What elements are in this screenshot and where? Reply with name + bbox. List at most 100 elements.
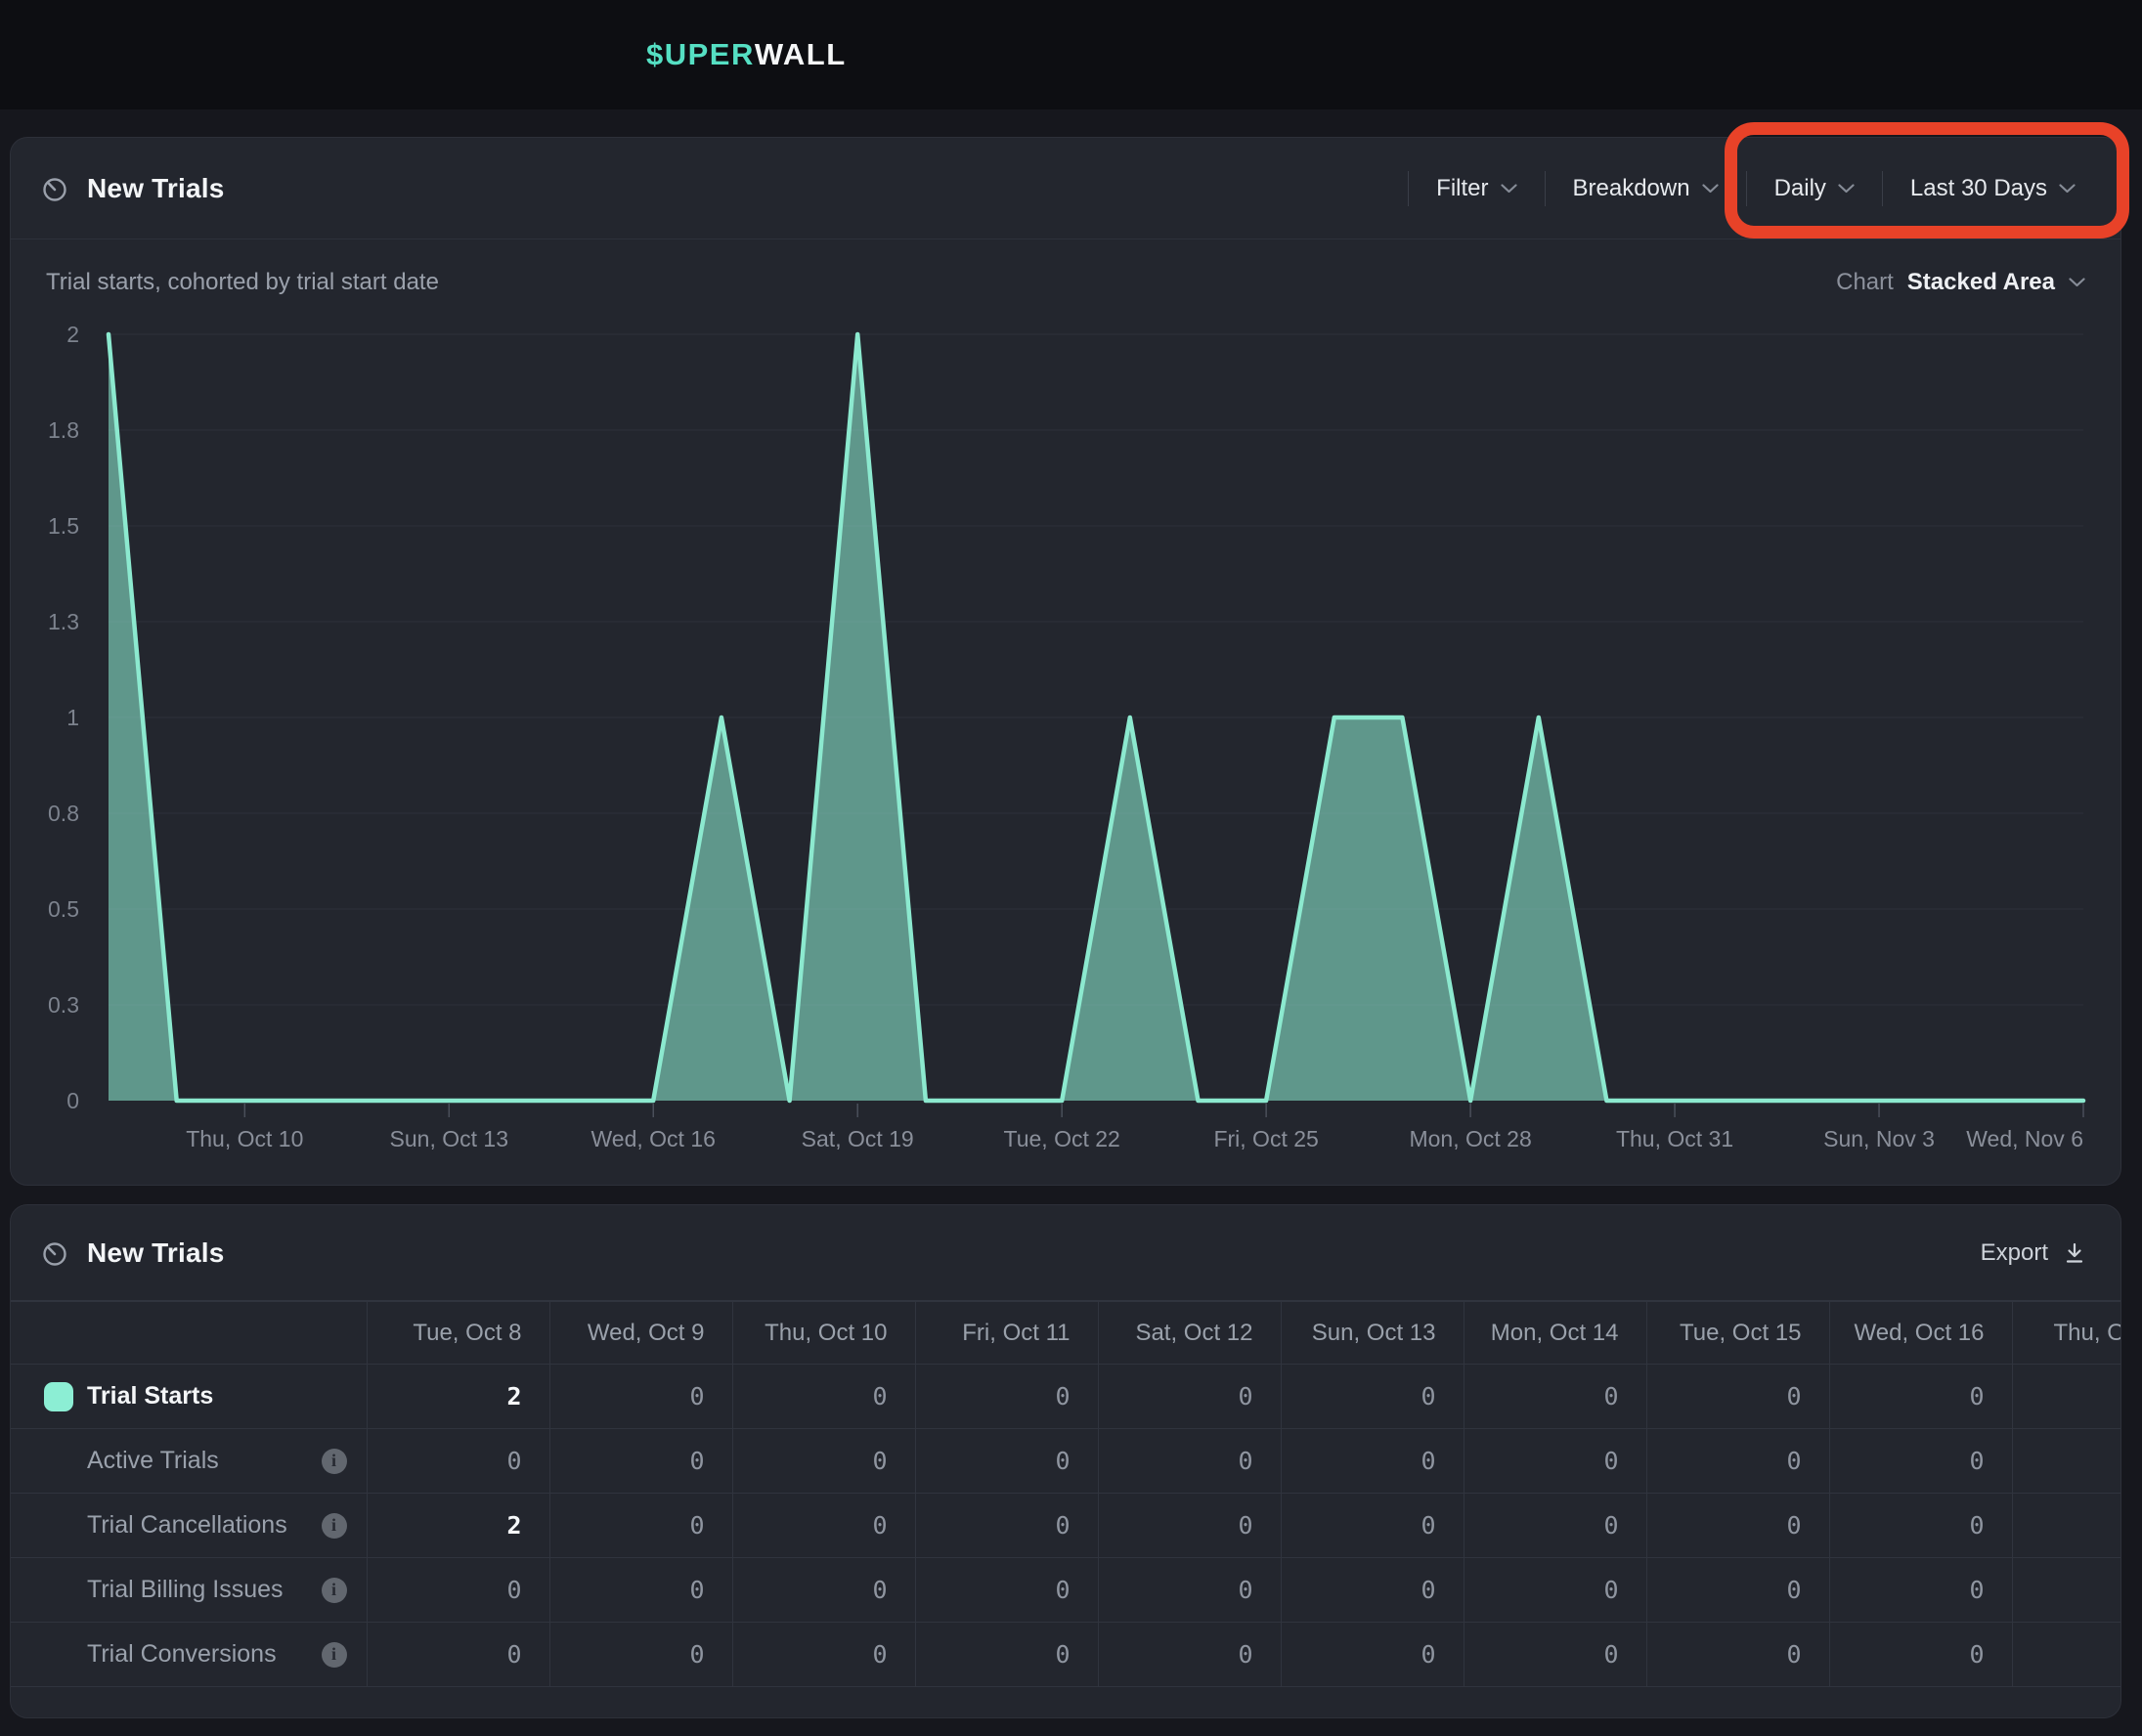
value-cell: 0 xyxy=(549,1494,732,1558)
chart-type-caption: Chart xyxy=(1836,269,1894,296)
export-button[interactable]: Export xyxy=(1981,1239,2087,1267)
x-axis-tick-label: Thu, Oct 31 xyxy=(1616,1126,1733,1151)
breakdown-label: Breakdown xyxy=(1573,175,1690,202)
table-row: Trial Billing Issuesi000000000 xyxy=(11,1558,2121,1623)
value-cell: 0 xyxy=(367,1429,549,1494)
granularity-dropdown[interactable]: Daily xyxy=(1747,161,1882,216)
x-axis-tick-label: Mon, Oct 28 xyxy=(1409,1126,1531,1151)
y-axis-tick-label: 2 xyxy=(66,322,79,347)
date-range-dropdown[interactable]: Last 30 Days xyxy=(1883,161,2103,216)
chart-toolbar: Filter Breakdown Daily Last 30 Days xyxy=(1408,161,2103,216)
column-header-5: Sat, Oct 12 xyxy=(1098,1302,1281,1365)
row-label: Trial Starts xyxy=(87,1382,213,1410)
value-cell: 0 xyxy=(1281,1365,1464,1429)
value-cell xyxy=(2012,1365,2121,1429)
chevron-down-icon xyxy=(1702,184,1719,194)
timer-icon xyxy=(40,174,69,203)
x-axis-tick-label: Sun, Oct 13 xyxy=(390,1126,508,1151)
chevron-down-icon xyxy=(1838,184,1855,194)
logo-suffix: WALL xyxy=(755,37,847,72)
breakdown-dropdown[interactable]: Breakdown xyxy=(1546,161,1746,216)
value-cell: 0 xyxy=(1829,1365,2012,1429)
y-axis-tick-label: 1 xyxy=(66,705,79,730)
value-cell: 0 xyxy=(1281,1623,1464,1687)
new-trials-chart-panel: 00.30.50.811.31.51.82Thu, Oct 10Sun, Oct… xyxy=(10,137,2121,1186)
y-axis-tick-label: 0.8 xyxy=(48,801,79,826)
row-label-cell: Active Trials i xyxy=(11,1429,367,1494)
row-label-cell: Trial Billing Issues i xyxy=(11,1558,367,1623)
value-cell: 0 xyxy=(1464,1365,1646,1429)
table-row: Trial Starts200000000 xyxy=(11,1365,2121,1429)
value-cell: 0 xyxy=(732,1429,915,1494)
value-cell: 0 xyxy=(732,1558,915,1623)
value-cell: 0 xyxy=(1098,1429,1281,1494)
chart-type-selector[interactable]: Chart Stacked Area xyxy=(1836,269,2085,296)
chart-subtitle: Trial starts, cohorted by trial start da… xyxy=(46,269,439,296)
superwall-logo[interactable]: $UPERWALL xyxy=(646,0,847,109)
filter-label: Filter xyxy=(1436,175,1488,202)
value-cell: 0 xyxy=(915,1429,1098,1494)
value-cell: 0 xyxy=(1464,1558,1646,1623)
chart-type-value: Stacked Area xyxy=(1907,269,2055,296)
value-cell: 0 xyxy=(732,1365,915,1429)
table-row: Trial Cancellationsi200000000 xyxy=(11,1494,2121,1558)
value-cell: 0 xyxy=(1646,1558,1829,1623)
info-icon[interactable]: i xyxy=(322,1578,347,1603)
x-axis-tick-label: Sun, Nov 3 xyxy=(1823,1126,1935,1151)
column-header-7: Mon, Oct 14 xyxy=(1464,1302,1646,1365)
y-axis-tick-label: 0.3 xyxy=(48,992,79,1018)
chart-subheader: Trial starts, cohorted by trial start da… xyxy=(11,239,2120,296)
info-icon[interactable]: i xyxy=(322,1449,347,1474)
y-axis-tick-label: 1.5 xyxy=(48,513,79,539)
value-cell: 0 xyxy=(1464,1429,1646,1494)
column-header-2: Wed, Oct 9 xyxy=(549,1302,732,1365)
value-cell: 0 xyxy=(732,1494,915,1558)
chevron-down-icon xyxy=(2059,184,2076,194)
column-header-3: Thu, Oct 10 xyxy=(732,1302,915,1365)
filter-dropdown[interactable]: Filter xyxy=(1409,161,1544,216)
value-cell: 2 xyxy=(367,1494,549,1558)
value-cell: 0 xyxy=(1098,1623,1281,1687)
row-label: Trial Billing Issues xyxy=(87,1576,284,1604)
row-label-cell: Trial Starts xyxy=(11,1365,367,1429)
table-row: Trial Conversionsi000000000 xyxy=(11,1623,2121,1687)
y-axis-tick-label: 1.8 xyxy=(48,417,79,443)
info-icon[interactable]: i xyxy=(322,1642,347,1668)
value-cell: 0 xyxy=(1281,1429,1464,1494)
value-cell: 0 xyxy=(1646,1429,1829,1494)
value-cell: 0 xyxy=(549,1429,732,1494)
row-label: Trial Cancellations xyxy=(87,1511,287,1540)
row-label: Trial Conversions xyxy=(87,1640,277,1669)
chart-panel-header: New Trials Filter Breakdown Daily Last 3… xyxy=(11,138,2120,239)
column-header-6: Sun, Oct 13 xyxy=(1281,1302,1464,1365)
column-header-8: Tue, Oct 15 xyxy=(1646,1302,1829,1365)
row-label-cell: Trial Conversions i xyxy=(11,1623,367,1687)
granularity-label: Daily xyxy=(1774,175,1826,202)
logo-prefix: $UPER xyxy=(646,37,755,72)
date-range-label: Last 30 Days xyxy=(1910,175,2047,202)
x-axis-tick-label: Wed, Nov 6 xyxy=(1966,1126,2083,1151)
chevron-down-icon xyxy=(1501,184,1517,194)
x-axis-tick-label: Sat, Oct 19 xyxy=(802,1126,914,1151)
value-cell: 0 xyxy=(915,1494,1098,1558)
column-header-10: Thu, Oct 17 xyxy=(2012,1302,2121,1365)
value-cell: 0 xyxy=(549,1558,732,1623)
value-cell xyxy=(2012,1558,2121,1623)
value-cell: 0 xyxy=(1646,1494,1829,1558)
value-cell: 0 xyxy=(1829,1623,2012,1687)
column-header-1: Tue, Oct 8 xyxy=(367,1302,549,1365)
value-cell: 0 xyxy=(1281,1494,1464,1558)
info-icon[interactable]: i xyxy=(322,1513,347,1539)
value-cell: 2 xyxy=(367,1365,549,1429)
value-cell: 0 xyxy=(1829,1429,2012,1494)
value-cell: 0 xyxy=(915,1558,1098,1623)
new-trials-table-panel: New Trials Export Tue, Oct 8Wed, Oct 9Th… xyxy=(10,1204,2121,1718)
value-cell: 0 xyxy=(1281,1558,1464,1623)
table-row: Active Trialsi000000000 xyxy=(11,1429,2121,1494)
row-label: Active Trials xyxy=(87,1447,219,1475)
value-cell: 0 xyxy=(1646,1623,1829,1687)
x-axis-tick-label: Tue, Oct 22 xyxy=(1004,1126,1120,1151)
value-cell: 0 xyxy=(1829,1494,2012,1558)
value-cell: 0 xyxy=(549,1365,732,1429)
new-trials-table: Tue, Oct 8Wed, Oct 9Thu, Oct 10Fri, Oct … xyxy=(11,1301,2121,1687)
